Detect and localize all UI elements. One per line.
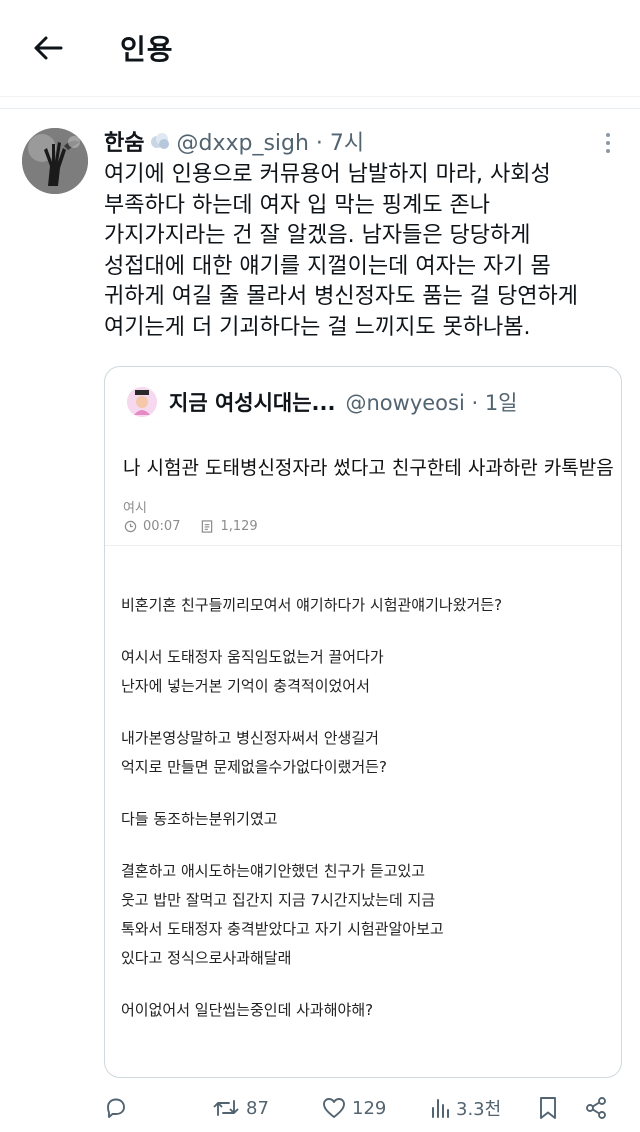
more-dot-icon [606, 141, 610, 145]
quoted-author-name[interactable]: 지금 여성시대는... [169, 387, 335, 417]
author-name[interactable]: 한숨 [104, 125, 144, 157]
views-button[interactable]: 3.3천 [430, 1088, 501, 1128]
page-title: 인용 [120, 33, 174, 66]
author-handle-time[interactable]: @dxxp_sigh · 7시 [176, 125, 364, 157]
back-button[interactable] [28, 28, 68, 68]
post-line: 비혼기혼 친구들끼리모여서 얘기하다가 시험관얘기나왔거든? [121, 596, 503, 614]
heart-icon [323, 1098, 345, 1118]
share-icon [586, 1097, 606, 1119]
retweet-button[interactable]: 87 [212, 1088, 269, 1128]
post-title: 나 시험관 도태병신정자라 썼다고 친구한테 사과하란 카톡받음 [123, 457, 614, 479]
post-line: 결혼하고 애시도하는얘기안했던 친구가 듣고있고 [121, 862, 426, 880]
post-line: 억지로 만들면 문제없을수가없다이랬거든? [121, 758, 387, 776]
bookmark-icon [540, 1097, 556, 1119]
top-bar: 인용 [0, 0, 640, 96]
post-paragraph: 다들 동조하는분위기였고 [121, 805, 611, 834]
bar-chart-icon [432, 1099, 449, 1118]
clock-icon [123, 520, 137, 534]
post-screenshot-card: 나 시험관 도태병신정자라 썼다고 친구한테 사과하란 카톡받음 여시 00:0… [105, 431, 621, 1077]
quoted-tweet-header: 지금 여성시대는... @nowyeosi · 1일 [127, 387, 518, 417]
post-line: 내가본영상말하고 병신정자써서 안생길거 [121, 729, 379, 747]
tweet-text-line: 성접대에 대한 얘기를 지껄이는데 여자는 자기 몸 [104, 253, 551, 279]
tweet-header: 한숨 @dxxp_sigh · 7시 [104, 126, 364, 156]
tweet-text-line: 여기는게 더 기괴하다는 걸 느끼지도 못하나봄. [104, 314, 531, 340]
post-line: 있다고 정식으로사과해달래 [121, 949, 292, 967]
post-views: 1,129 [220, 519, 258, 534]
more-dot-icon [606, 149, 610, 153]
divider [0, 96, 640, 97]
tweet-text-line: 부족하다 하는데 여자 입 막는 핑계도 존나 [104, 192, 491, 218]
post-paragraph: 비혼기혼 친구들끼리모여서 얘기하다가 시험관얘기나왔거든? [121, 591, 611, 620]
post-line: 웃고 밥만 잘먹고 집간지 지금 7시간지났는데 지금 [121, 891, 436, 909]
post-duration: 00:07 [143, 519, 181, 534]
post-author: 여시 [123, 501, 147, 516]
avatar-image [22, 128, 88, 194]
post-meta: 00:07 1,129 [123, 519, 258, 534]
tweet-actions: 87 129 3.3천 [0, 1088, 640, 1128]
more-dot-icon [606, 133, 610, 137]
cloud-emoji-icon [148, 129, 172, 153]
quoted-avatar-image [127, 387, 157, 417]
quoted-handle-time[interactable]: @nowyeosi · 1일 [345, 387, 517, 417]
reply-button[interactable] [104, 1088, 128, 1128]
bookmark-button[interactable] [538, 1088, 558, 1128]
quoted-tweet[interactable]: 지금 여성시대는... @nowyeosi · 1일 나 시험관 도태병신정자라… [104, 366, 622, 1078]
tweet-text-line: 귀하게 여길 줄 몰라서 병신정자도 품는 걸 당연하게 [104, 284, 578, 309]
post-line: 난자에 넣는거본 기억이 충격적이었어서 [121, 677, 370, 695]
quoted-avatar[interactable] [127, 387, 157, 417]
retweet-icon [213, 1100, 239, 1116]
avatar[interactable] [22, 128, 88, 194]
document-icon [200, 520, 214, 534]
post-line: 다들 동조하는분위기였고 [121, 810, 278, 828]
retweet-count: 87 [246, 1097, 269, 1119]
post-paragraph: 내가본영상말하고 병신정자써서 안생길거 억지로 만들면 문제없을수가없다이랬거… [121, 724, 611, 782]
tweet-text-line: 가지가지라는 건 잘 알겠음. 남자들은 당당하게 [104, 223, 531, 248]
post-line: 여시서 도태정자 움직임도없는거 끌어다가 [121, 648, 384, 666]
post-paragraph: 어이없어서 일단씹는중인데 사과해야해? [121, 996, 611, 1025]
tweet-text: 여기에 인용으로 커뮤용어 남발하지 마라, 사회성 부족하다 하는데 여자 입… [104, 160, 624, 343]
post-paragraph: 여시서 도태정자 움직임도없는거 끌어다가 난자에 넣는거본 기억이 충격적이었… [121, 643, 611, 701]
post-body: 비혼기혼 친구들끼리모여서 얘기하다가 시험관얘기나왔거든? 여시서 도태정자 … [121, 591, 611, 1048]
divider [0, 108, 640, 109]
more-options-button[interactable] [596, 128, 620, 158]
arrow-left-icon [34, 36, 63, 60]
like-count: 129 [352, 1097, 387, 1119]
views-count: 3.3천 [456, 1099, 502, 1120]
post-line: 톡와서 도태정자 충격받았다고 자기 시험관알아보고 [121, 920, 444, 938]
share-button[interactable] [584, 1088, 608, 1128]
reply-icon [107, 1098, 125, 1118]
post-paragraph: 결혼하고 애시도하는얘기안했던 친구가 듣고있고 웃고 밥만 잘먹고 집간지 지… [121, 857, 611, 973]
post-line: 어이없어서 일단씹는중인데 사과해야해? [121, 1001, 374, 1019]
card-divider [105, 545, 621, 546]
like-button[interactable]: 129 [322, 1088, 386, 1128]
tweet-text-line: 여기에 인용으로 커뮤용어 남발하지 마라, 사회성 [104, 162, 551, 187]
